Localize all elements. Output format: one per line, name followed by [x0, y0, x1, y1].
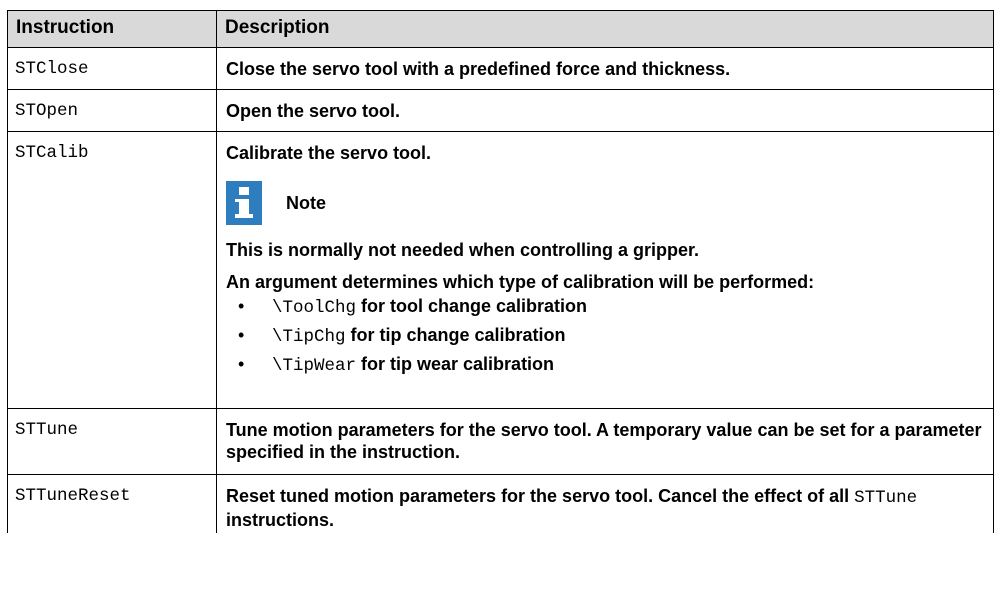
note-title: Note — [286, 193, 326, 213]
option-text: for tool change calibration — [356, 296, 588, 316]
table-row: STCalib Calibrate the servo tool. Note T… — [7, 131, 994, 409]
instruction-description-block: Calibrate the servo tool. Note This is n… — [216, 131, 994, 409]
calibration-options-list: • \ToolChg for tool change calibration • \… — [226, 293, 985, 377]
info-icon — [226, 181, 262, 225]
instruction-name: STTune — [7, 408, 217, 475]
table-header-row: Instruction Description — [7, 10, 994, 48]
description-text: Reset tuned motion parameters for the se… — [226, 486, 855, 506]
instruction-name: STTuneReset — [7, 474, 217, 533]
instruction-name: STOpen — [7, 89, 217, 132]
note-callout: Note — [226, 181, 985, 225]
instruction-description: Close the servo tool with a predefined f… — [216, 47, 994, 90]
bullet-icon: • — [238, 354, 245, 374]
note-text: This is normally not needed when control… — [226, 240, 700, 260]
instruction-description: Open the servo tool. — [216, 89, 994, 132]
table-row: STClose Close the servo tool with a pred… — [7, 47, 994, 90]
list-item: • \ToolChg for tool change calibration — [226, 293, 985, 319]
table-row: STTune Tune motion parameters for the se… — [7, 408, 994, 475]
bullet-icon: • — [238, 296, 245, 316]
instruction-name: STClose — [7, 47, 217, 90]
option-text: for tip wear calibration — [356, 354, 555, 374]
instruction-description: Calibrate the servo tool. — [226, 143, 432, 163]
list-item: • \TipChg for tip change calibration — [226, 322, 985, 348]
instruction-name: STCalib — [7, 131, 217, 409]
instruction-table: Instruction Description STClose Close th… — [7, 10, 994, 533]
description-text: instructions. — [226, 510, 335, 530]
table-row: STTuneReset Reset tuned motion parameter… — [7, 474, 994, 533]
option-text: for tip change calibration — [345, 325, 566, 345]
argument-text: An argument determines which type of cal… — [226, 272, 815, 292]
option-code: \TipChg — [272, 327, 346, 347]
instruction-description-block: Reset tuned motion parameters for the se… — [216, 474, 994, 533]
bullet-icon: • — [238, 325, 245, 345]
list-item: • \TipWear for tip wear calibration — [226, 351, 985, 377]
inline-code: STTune — [854, 488, 918, 508]
column-header-description: Description — [216, 10, 994, 48]
column-header-instruction: Instruction — [7, 10, 217, 48]
table-row: STOpen Open the servo tool. — [7, 89, 994, 132]
option-code: \ToolChg — [272, 298, 357, 318]
instruction-description: Tune motion parameters for the servo too… — [216, 408, 994, 475]
option-code: \TipWear — [272, 356, 357, 376]
